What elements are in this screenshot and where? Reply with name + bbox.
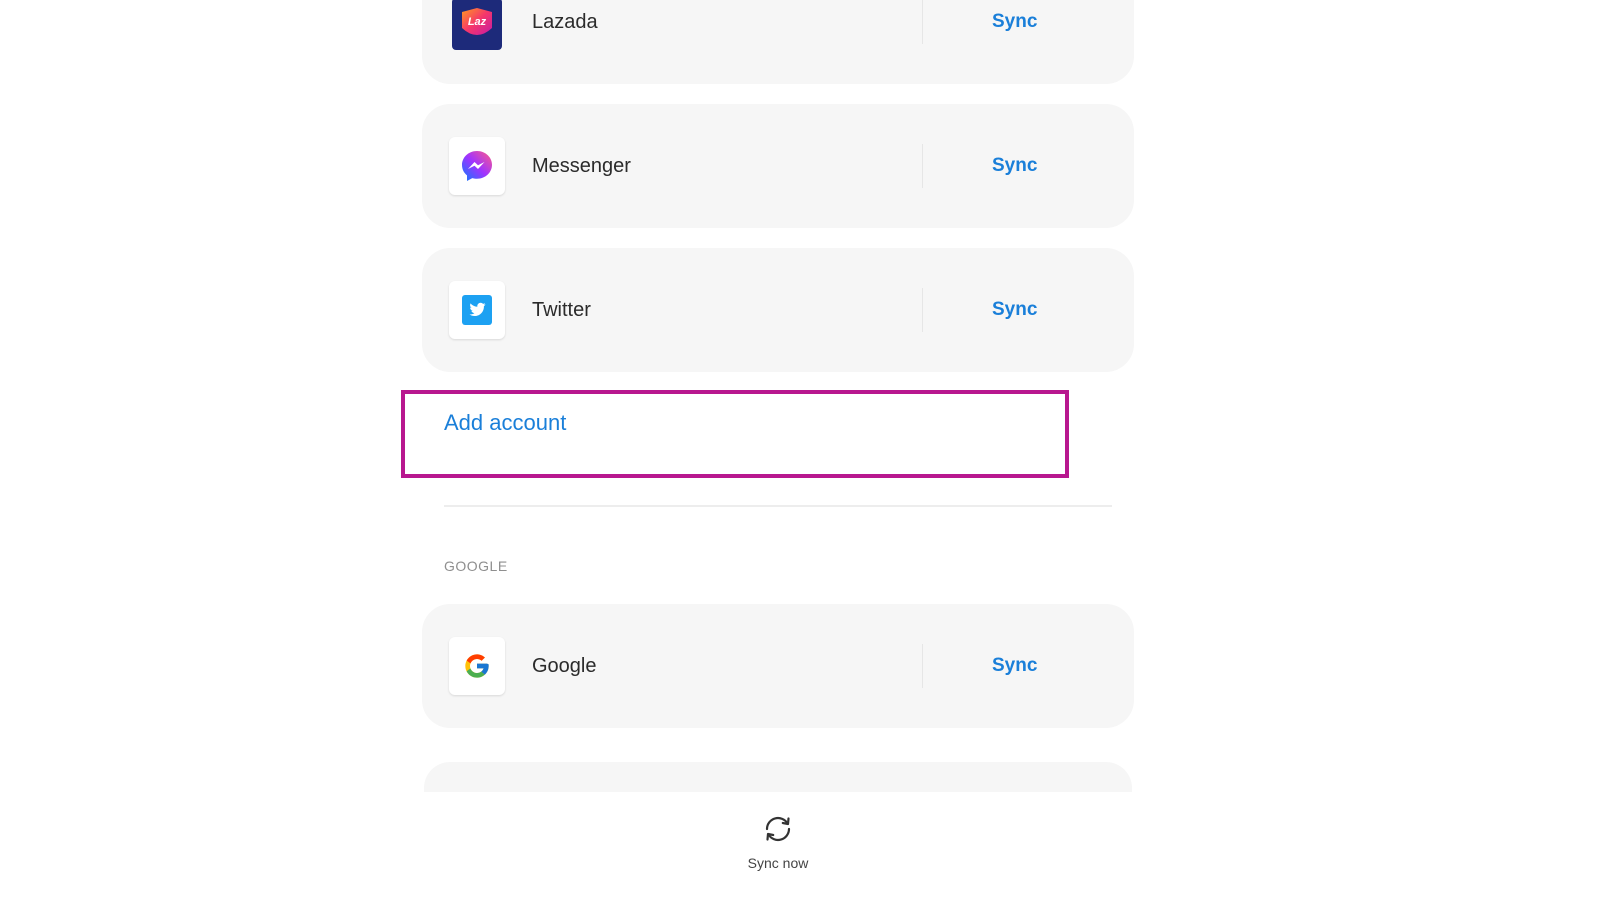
messenger-icon	[449, 137, 505, 195]
divider	[922, 288, 923, 332]
account-row-lazada[interactable]: Laz Lazada Sync	[422, 0, 1134, 84]
account-name: Google	[532, 655, 597, 677]
sync-button[interactable]: Sync	[992, 104, 1037, 228]
lazada-icon: Laz	[452, 0, 502, 50]
sync-button[interactable]: Sync	[992, 0, 1037, 84]
account-row-partial[interactable]	[424, 762, 1132, 792]
sync-now-button[interactable]: Sync now	[728, 812, 828, 871]
divider	[922, 644, 923, 688]
accounts-settings-page: Laz Lazada Sync Messenger Sync Twitter S…	[0, 0, 1600, 900]
account-row-google[interactable]: Google Sync	[422, 604, 1134, 728]
account-row-twitter[interactable]: Twitter Sync	[422, 248, 1134, 372]
account-name: Twitter	[532, 299, 591, 321]
sync-button[interactable]: Sync	[992, 248, 1037, 372]
sync-icon	[765, 816, 791, 842]
section-divider	[444, 505, 1112, 507]
account-name: Lazada	[532, 11, 598, 33]
divider	[922, 0, 923, 44]
account-row-messenger[interactable]: Messenger Sync	[422, 104, 1134, 228]
sync-now-label: Sync now	[747, 855, 809, 871]
google-icon	[449, 637, 505, 695]
account-name: Messenger	[532, 155, 631, 177]
add-account-button[interactable]: Add account	[444, 410, 566, 436]
twitter-icon	[449, 281, 505, 339]
svg-text:Laz: Laz	[468, 16, 487, 28]
section-header-google: GOOGLE	[444, 558, 508, 574]
sync-button[interactable]: Sync	[992, 604, 1037, 728]
divider	[922, 144, 923, 188]
